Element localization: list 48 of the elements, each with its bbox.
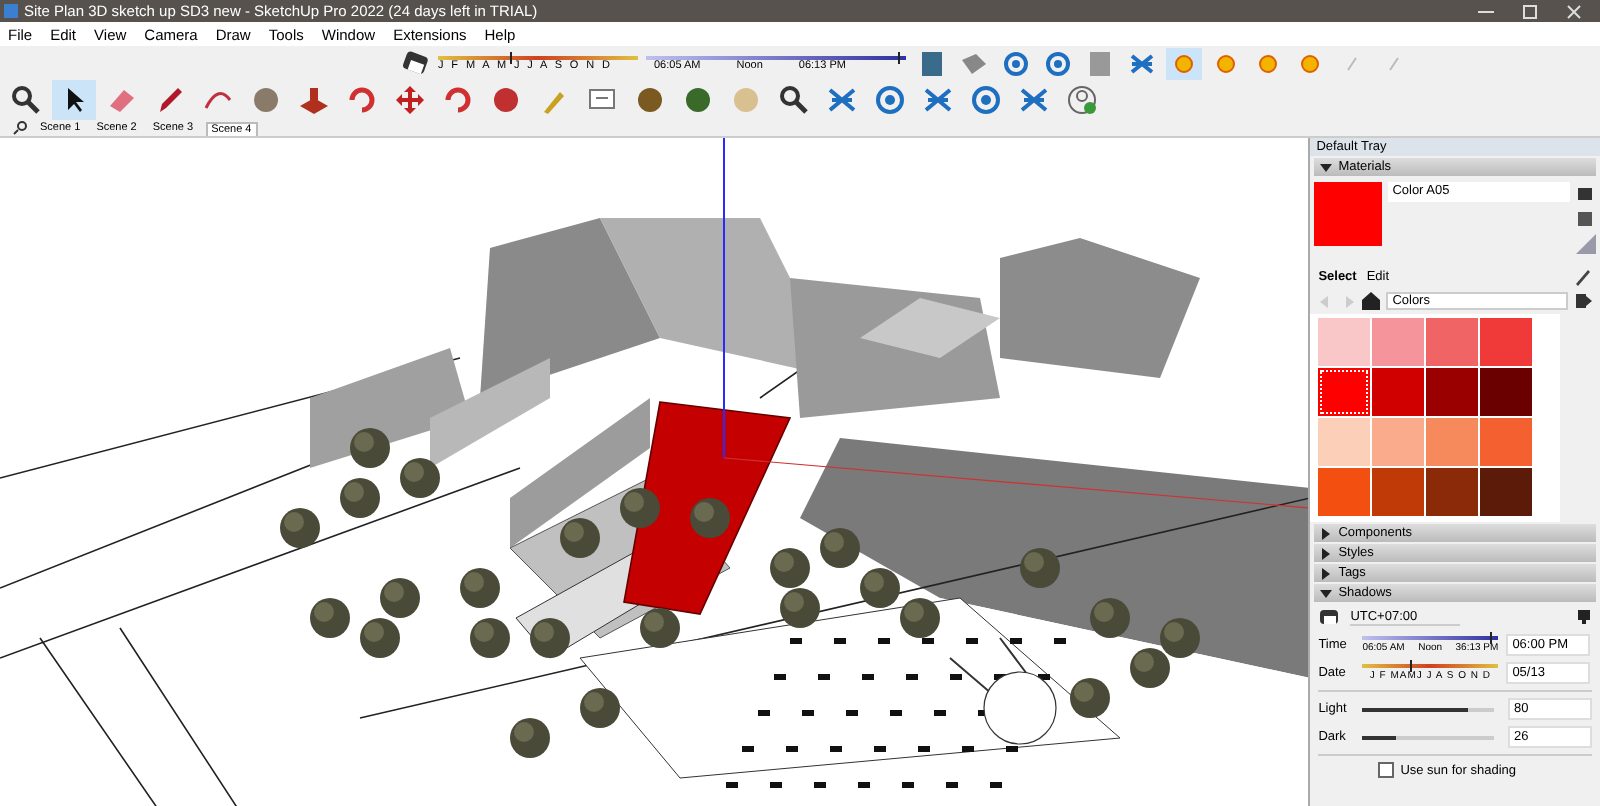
zoom-icon xyxy=(778,84,810,116)
monitor-icon[interactable] xyxy=(1576,608,1592,626)
shadow-settings-icon xyxy=(1318,607,1343,627)
color-swatch[interactable] xyxy=(1426,418,1479,466)
home-icon[interactable] xyxy=(1362,292,1381,310)
toolbar-button[interactable] xyxy=(52,80,96,120)
color-swatch[interactable] xyxy=(1372,468,1425,516)
color-swatch[interactable] xyxy=(1480,368,1533,416)
color-swatch[interactable] xyxy=(1318,418,1371,466)
checkbox[interactable] xyxy=(1378,762,1395,778)
sun-icon xyxy=(1170,49,1198,77)
sun-icon xyxy=(1296,49,1324,77)
search-icon[interactable] xyxy=(12,120,28,136)
cross-icon xyxy=(1128,49,1156,77)
color-swatch[interactable] xyxy=(1480,318,1533,366)
geo-icon xyxy=(970,84,1002,116)
color-swatch[interactable] xyxy=(1318,468,1371,516)
color-swatch[interactable] xyxy=(1480,418,1533,466)
geo-icon xyxy=(874,84,906,116)
sun-icon xyxy=(1212,49,1240,77)
app-icon xyxy=(4,4,18,18)
user-icon xyxy=(1066,84,1098,116)
color-swatch[interactable] xyxy=(1480,468,1533,516)
geo-icon xyxy=(1002,49,1030,77)
pencil-icon xyxy=(154,84,186,116)
color-swatch[interactable] xyxy=(1318,318,1371,366)
cross-icon xyxy=(1018,84,1050,116)
color-swatch[interactable] xyxy=(1426,318,1479,366)
close-icon[interactable] xyxy=(1564,3,1584,19)
pushpull-icon xyxy=(298,84,330,116)
move-icon xyxy=(394,84,426,116)
cross-icon xyxy=(826,84,858,116)
geo-icon xyxy=(1044,49,1072,77)
color-swatch[interactable] xyxy=(1426,468,1479,516)
maximize-icon[interactable] xyxy=(1520,3,1540,19)
rotate-icon xyxy=(442,84,474,116)
details-icon[interactable] xyxy=(1574,292,1592,310)
zoom-icon xyxy=(10,84,42,116)
color-swatch[interactable] xyxy=(1372,318,1425,366)
color-swatch[interactable] xyxy=(1426,368,1479,416)
eraser-icon xyxy=(106,84,138,116)
cross-icon xyxy=(922,84,954,116)
color-swatch[interactable] xyxy=(1372,368,1425,416)
rotate-icon xyxy=(346,84,378,116)
color-swatch[interactable] xyxy=(1318,368,1371,416)
sun-icon xyxy=(1254,49,1282,77)
color-swatch[interactable] xyxy=(1372,418,1425,466)
eyedropper-icon[interactable] xyxy=(1574,266,1592,286)
